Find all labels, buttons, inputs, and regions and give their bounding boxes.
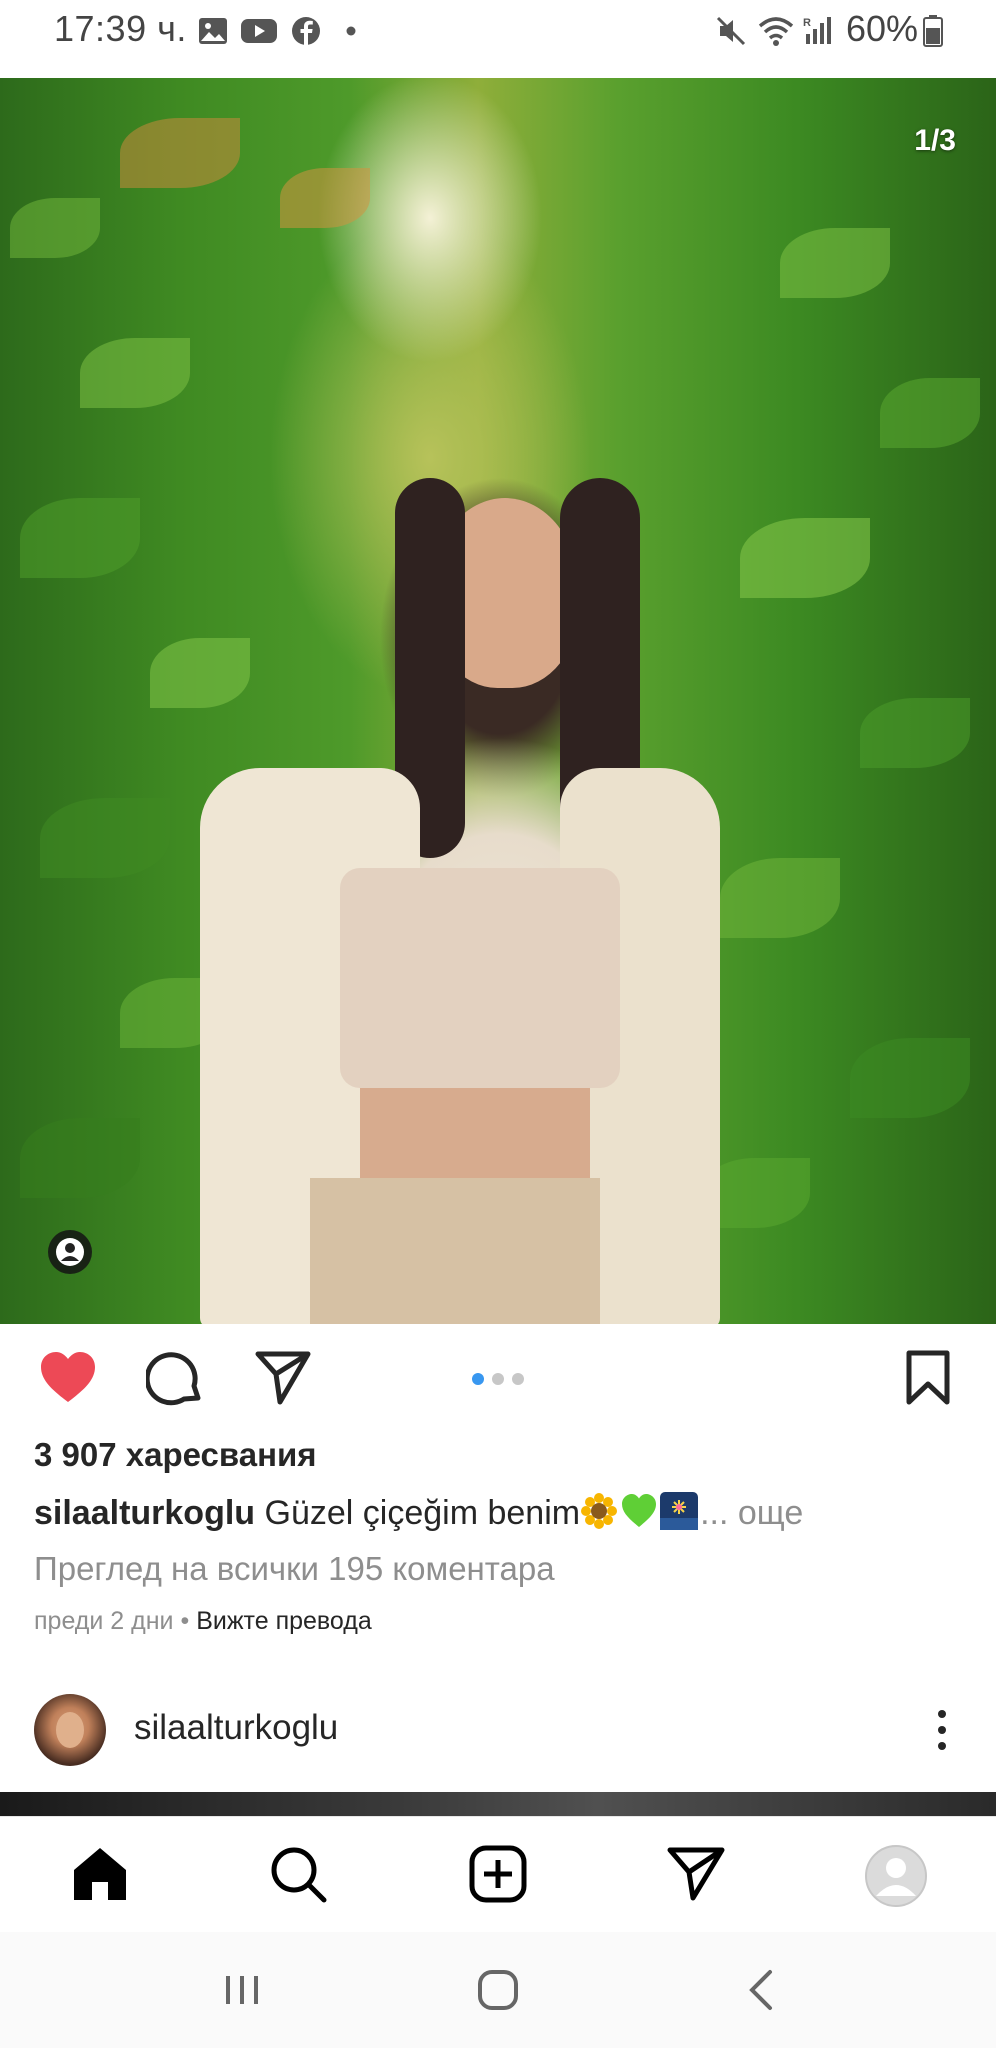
next-post-username[interactable]: silaalturkoglu	[134, 1708, 338, 1748]
profile-icon[interactable]	[864, 1844, 928, 1908]
share-button[interactable]	[254, 1350, 312, 1406]
status-time: 17:39 ч.	[54, 8, 187, 49]
mute-icon	[716, 16, 746, 46]
sunflower-emoji	[581, 1493, 618, 1529]
home-button-icon[interactable]	[474, 1966, 522, 2014]
svg-text:R: R	[803, 17, 811, 29]
comment-button[interactable]	[146, 1350, 204, 1408]
facebook-icon	[292, 17, 320, 45]
home-icon[interactable]	[70, 1844, 130, 1904]
green-heart-emoji	[622, 1494, 657, 1527]
direct-icon[interactable]	[666, 1844, 726, 1904]
carousel-dot	[512, 1373, 524, 1385]
next-post-image[interactable]	[0, 1792, 996, 1816]
carousel-indicator	[472, 1373, 524, 1385]
post-meta: преди 2 дни • Вижте превода	[34, 1607, 372, 1636]
wifi-icon	[758, 17, 794, 46]
more-options-icon[interactable]	[930, 1708, 954, 1752]
caption-text: Güzel çiçeğim benim	[264, 1494, 581, 1532]
recents-icon[interactable]	[218, 1966, 266, 2014]
carousel-dot-active	[472, 1373, 484, 1385]
back-icon[interactable]	[738, 1966, 786, 2014]
search-icon[interactable]	[268, 1844, 328, 1904]
youtube-icon	[241, 19, 277, 43]
caption-more[interactable]: ... още	[700, 1494, 803, 1532]
see-translation-link[interactable]: Вижте превода	[196, 1607, 372, 1635]
caption-username[interactable]: silaalturkoglu	[34, 1494, 255, 1532]
likes-count[interactable]: 3 907 харесвания	[34, 1436, 317, 1474]
view-comments-link[interactable]: Преглед на всички 195 коментара	[34, 1550, 555, 1588]
time-ago: преди 2 дни	[34, 1607, 174, 1635]
post-image[interactable]: 1/3	[0, 78, 996, 1324]
carousel-dot	[492, 1373, 504, 1385]
caption[interactable]: silaalturkoglu Güzel çiçeğim benim ... о…	[34, 1492, 803, 1533]
gallery-icon	[199, 18, 227, 44]
dot-icon	[346, 26, 356, 36]
save-button[interactable]	[904, 1350, 952, 1406]
user-tag-icon	[56, 1238, 84, 1266]
signal-icon: R	[803, 17, 831, 44]
battery-icon	[923, 15, 943, 47]
sparkler-emoji	[660, 1492, 699, 1530]
meta-separator: •	[180, 1607, 190, 1635]
like-button[interactable]	[38, 1350, 98, 1406]
create-icon[interactable]	[468, 1844, 528, 1904]
avatar[interactable]	[34, 1694, 106, 1766]
status-bar: 17:39 ч. R 60%	[0, 0, 996, 78]
tagged-people-button[interactable]	[48, 1230, 92, 1274]
battery-percent: 60%	[846, 8, 919, 49]
image-counter: 1/3	[914, 124, 956, 157]
